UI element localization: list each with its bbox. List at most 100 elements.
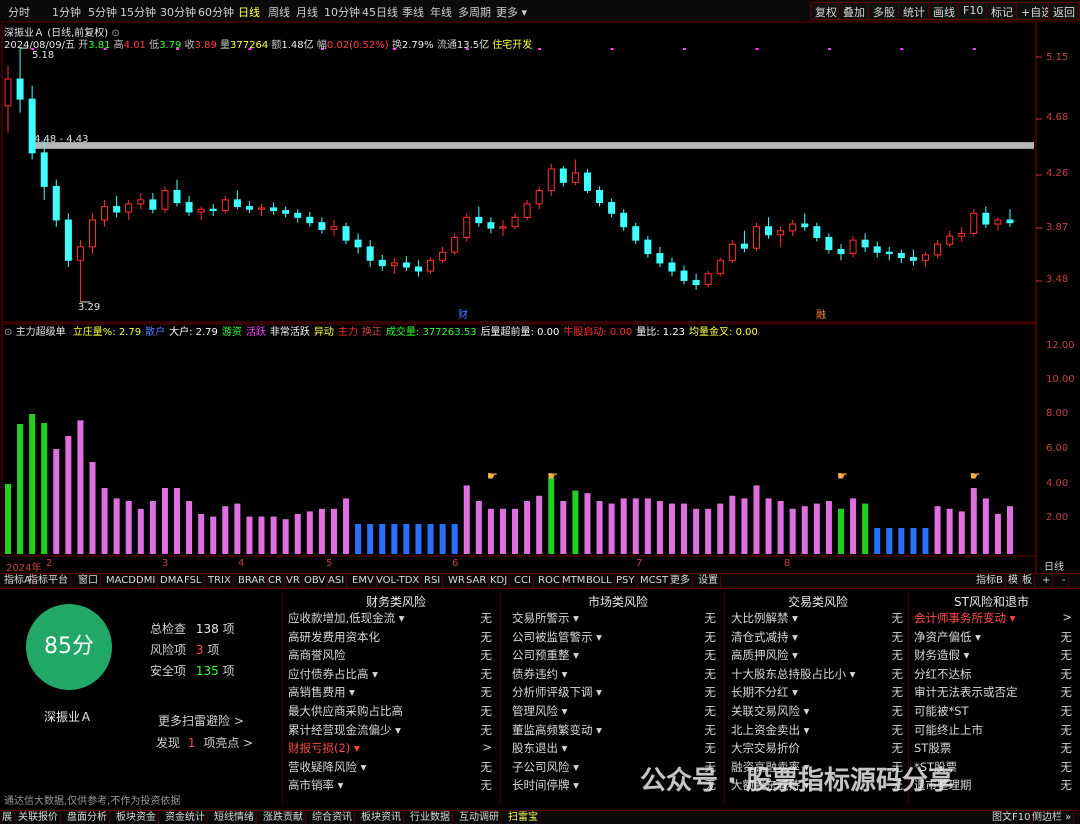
candle-body-79[interactable] [958,232,966,237]
candle-body-9[interactable] [113,206,121,213]
candle-body-32[interactable] [390,262,398,267]
volume-bar-57[interactable] [693,508,700,554]
indicator-tab-10[interactable]: VR [284,574,303,588]
volume-bar-26[interactable] [318,508,325,554]
volume-bar-55[interactable] [668,503,675,554]
volume-bar-47[interactable] [572,490,579,554]
volume-bar-0[interactable] [5,484,11,554]
risk-row[interactable]: 债券违约 ▾ 无 [508,664,720,683]
candle-body-24[interactable] [294,212,302,218]
volume-bar-69[interactable] [837,508,844,554]
candle-body-70[interactable] [849,239,857,255]
timeframe-0[interactable]: 分时 [8,4,30,20]
indicator-tab-13[interactable]: EMV [350,574,377,588]
candle-body-52[interactable] [632,226,640,241]
risk-row[interactable]: 高销售费用 ▾ 无 [284,682,496,701]
bottom-tab-8[interactable]: 板块资讯 [359,811,404,824]
candle-body-43[interactable] [523,203,531,218]
volume-bar-80[interactable] [970,488,977,554]
volume-bar-43[interactable] [524,501,531,554]
toolbar-btn-5[interactable]: F10 [958,2,989,20]
candle-body-48[interactable] [583,172,591,191]
candle-body-23[interactable] [282,210,290,214]
volume-bar-22[interactable] [270,516,277,554]
risk-row[interactable]: 董监高频繁变动 ▾ 无 [508,720,720,739]
risk-row[interactable]: 高质押风险 ▾ 无 [727,645,907,664]
candle-body-77[interactable] [934,243,942,256]
candle-body-7[interactable] [89,219,97,248]
toolbar-btn-8[interactable]: 返回 [1048,2,1080,20]
volume-bar-52[interactable] [632,498,639,554]
candle-body-51[interactable] [620,212,628,228]
indicator-tab-25[interactable]: 更多 [668,574,693,588]
candle-body-20[interactable] [245,206,253,210]
kline-chart[interactable]: ☛ ☛ ☛ ☛ [0,22,1080,574]
timeframe-5[interactable]: 60分钟 [198,4,234,20]
candle-body-14[interactable] [173,189,181,204]
volume-bar-44[interactable] [536,495,543,554]
candle-body-28[interactable] [342,226,350,241]
candle-body-81[interactable] [982,212,990,225]
volume-bar-74[interactable] [898,528,905,554]
toolbar-btn-1[interactable]: 叠加 [838,2,870,20]
candle-body-11[interactable] [137,199,145,205]
candle-body-34[interactable] [414,266,422,272]
volume-bar-81[interactable] [982,498,989,554]
risk-row[interactable]: 应付债券占比高 ▾ 无 [284,664,496,683]
volume-bar-35[interactable] [427,524,434,554]
candle-body-73[interactable] [885,251,893,255]
indicator-tab-11[interactable]: OBV [302,574,329,588]
volume-bar-40[interactable] [487,508,494,554]
timeframe-13[interactable]: 多周期 [458,4,491,20]
risk-row[interactable]: 分析师评级下调 ▾ 无 [508,682,720,701]
timeframe-1[interactable]: 1分钟 [52,4,81,20]
candle-body-0[interactable] [4,78,12,107]
candle-body-21[interactable] [258,207,266,210]
candle-body-1[interactable] [16,78,24,100]
candle-body-26[interactable] [318,222,326,230]
candle-body-58[interactable] [704,273,712,285]
volume-bar-16[interactable] [198,514,205,554]
volume-bar-5[interactable] [65,436,72,554]
indicator-tab-right-3[interactable]: + [1040,574,1054,588]
risk-row[interactable]: 高市销率 ▾ 无 [284,775,496,794]
volume-bar-46[interactable] [560,501,567,554]
volume-bar-19[interactable] [234,503,241,554]
candle-body-33[interactable] [402,262,410,268]
volume-bar-38[interactable] [463,485,470,554]
volume-bar-34[interactable] [415,524,422,554]
candle-body-67[interactable] [813,226,821,238]
volume-bar-33[interactable] [403,524,410,554]
toolbar-btn-6[interactable]: 标记 [986,2,1018,20]
volume-bar-51[interactable] [620,498,627,554]
candle-body-82[interactable] [994,219,1002,225]
indicator-tab-22[interactable]: BOLL [584,574,615,588]
volume-bar-24[interactable] [294,514,301,554]
volume-bar-76[interactable] [922,528,929,554]
risk-row[interactable]: 管理风险 ▾ 无 [508,701,720,720]
volume-bar-78[interactable] [946,508,953,554]
risk-row[interactable]: ST股票 无 [910,738,1076,757]
volume-bar-13[interactable] [161,488,168,554]
candle-body-76[interactable] [921,254,929,261]
volume-bar-20[interactable] [246,516,253,554]
candle-body-83[interactable] [1006,219,1014,224]
volume-bar-23[interactable] [282,519,289,554]
timeframe-7[interactable]: 周线 [268,4,290,20]
volume-bar-7[interactable] [89,462,96,554]
candle-body-3[interactable] [40,152,48,187]
candle-body-55[interactable] [668,262,676,272]
indicator-tab-2[interactable]: 窗口 [76,574,101,588]
indicator-tab-20[interactable]: ROC [536,574,563,588]
candle-body-75[interactable] [909,257,917,261]
timeframe-12[interactable]: 年线 [430,4,452,20]
volume-bar-14[interactable] [174,488,181,554]
volume-bar-15[interactable] [186,501,193,554]
bottom-tab-3[interactable]: 板块资金 [114,811,159,824]
bottom-right-btn-1[interactable]: 侧边栏 » [1030,811,1075,824]
volume-bar-50[interactable] [608,503,615,554]
risk-row[interactable]: 财报亏损(2) ▾ > [284,738,496,757]
indicator-tab-15[interactable]: RSI [422,574,444,588]
sector-name[interactable]: 住宅开发 [492,40,532,51]
volume-bar-58[interactable] [705,508,712,554]
